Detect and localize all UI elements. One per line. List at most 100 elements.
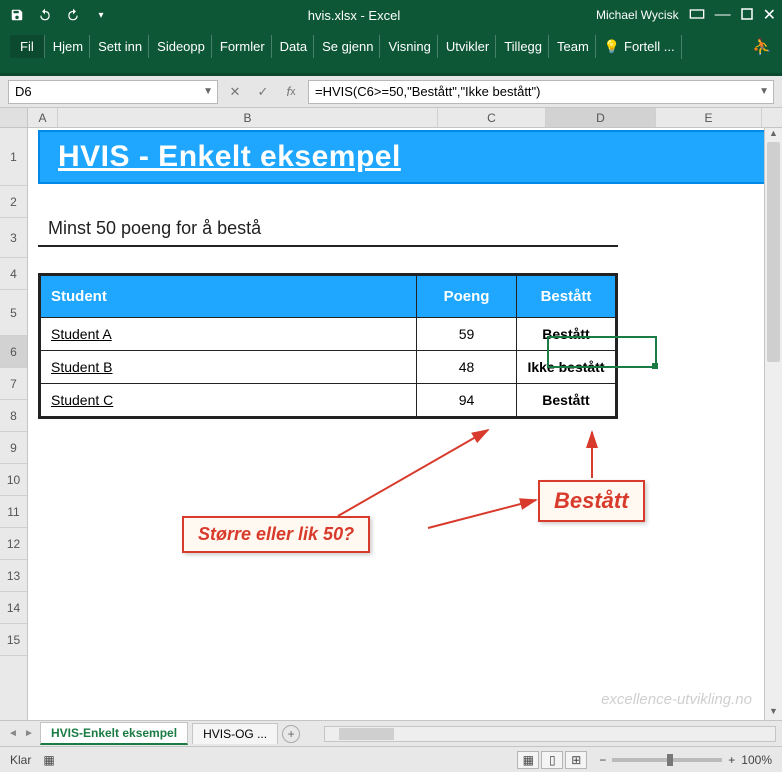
row-header[interactable]: 3	[0, 218, 27, 258]
table-row: Student B 48 Ikke bestått	[40, 351, 617, 384]
nav-next-icon[interactable]: ►	[22, 728, 36, 739]
maximize-icon[interactable]	[741, 8, 753, 23]
cancel-formula-icon[interactable]: ✕	[224, 82, 246, 102]
tab-developer[interactable]: Utvikler	[440, 35, 496, 58]
row-header[interactable]: 7	[0, 368, 27, 400]
row-header[interactable]: 9	[0, 432, 27, 464]
name-box-value: D6	[15, 84, 32, 99]
vertical-scrollbar[interactable]: ▲ ▼	[764, 128, 782, 720]
row-header[interactable]: 15	[0, 624, 27, 656]
row-header[interactable]: 14	[0, 592, 27, 624]
zoom-slider[interactable]	[612, 758, 722, 762]
row-header[interactable]: 4	[0, 258, 27, 290]
scrollbar-thumb[interactable]	[767, 142, 780, 362]
col-header-C[interactable]: C	[438, 108, 546, 127]
macro-record-icon[interactable]: ▦	[43, 753, 54, 767]
formula-bar: D6 ▼ ✕ ✓ fx =HVIS(C6>=50,"Bestått","Ikke…	[0, 76, 782, 108]
chevron-down-icon[interactable]: ▼	[759, 86, 769, 97]
ribbon-options-icon[interactable]	[689, 8, 705, 23]
nav-prev-icon[interactable]: ◄	[6, 728, 20, 739]
cell-student[interactable]: Student C	[40, 384, 417, 418]
add-sheet-button[interactable]: +	[282, 725, 300, 743]
view-pagelayout-icon[interactable]: ▯	[541, 751, 563, 769]
col-header-D[interactable]: D	[546, 108, 656, 127]
row-header[interactable]: 1	[0, 128, 27, 186]
window-title: hvis.xlsx - Excel	[112, 8, 596, 23]
tab-pagelayout[interactable]: Sideopp	[151, 35, 212, 58]
minimize-icon[interactable]: —	[715, 6, 731, 24]
close-icon[interactable]: ✕	[763, 5, 776, 25]
save-icon[interactable]	[6, 4, 28, 26]
annotation-question: Større eller lik 50?	[182, 516, 370, 553]
chevron-down-icon[interactable]: ▼	[203, 86, 213, 97]
user-name[interactable]: Michael Wycisk	[596, 8, 679, 22]
view-normal-icon[interactable]: ▦	[517, 751, 539, 769]
qat-dropdown-icon[interactable]: ▾	[90, 4, 112, 26]
tell-me-label: Fortell ...	[624, 39, 675, 54]
scroll-down-icon[interactable]: ▼	[765, 706, 782, 720]
tab-formulas[interactable]: Formler	[214, 35, 272, 58]
tab-data[interactable]: Data	[274, 35, 314, 58]
row-header[interactable]: 5	[0, 290, 27, 336]
tab-team[interactable]: Team	[551, 35, 596, 58]
tab-insert[interactable]: Sett inn	[92, 35, 149, 58]
table-header-row: Student Poeng Bestått	[40, 275, 617, 318]
cell-student[interactable]: Student B	[40, 351, 417, 384]
col-header-A[interactable]: A	[28, 108, 58, 127]
status-ready: Klar	[10, 753, 31, 767]
cell-poeng[interactable]: 94	[417, 384, 517, 418]
col-header-E[interactable]: E	[656, 108, 762, 127]
row-header[interactable]: 11	[0, 496, 27, 528]
th-poeng: Poeng	[417, 275, 517, 318]
scroll-up-icon[interactable]: ▲	[765, 128, 782, 142]
tab-view[interactable]: Visning	[382, 35, 437, 58]
titlebar: ▾ hvis.xlsx - Excel Michael Wycisk — ✕	[0, 0, 782, 30]
tab-home[interactable]: Hjem	[47, 35, 90, 58]
tab-review[interactable]: Se gjenn	[316, 35, 380, 58]
scrollbar-thumb[interactable]	[339, 728, 394, 740]
zoom-out-button[interactable]: −	[599, 753, 606, 767]
watermark: excellence-utvikling.no	[601, 691, 752, 708]
th-student: Student	[40, 275, 417, 318]
col-header-B[interactable]: B	[58, 108, 438, 127]
cell-student[interactable]: Student A	[40, 318, 417, 351]
sheet-tab[interactable]: HVIS-OG ...	[192, 723, 278, 744]
cell-result[interactable]: Bestått	[517, 318, 617, 351]
table-row: Student A 59 Bestått	[40, 318, 617, 351]
data-table: Student Poeng Bestått Student A 59 Bestå…	[38, 273, 618, 419]
row-header[interactable]: 10	[0, 464, 27, 496]
fx-icon[interactable]: fx	[280, 82, 302, 102]
zoom-handle[interactable]	[667, 754, 673, 766]
row-header[interactable]: 12	[0, 528, 27, 560]
row-header[interactable]: 2	[0, 186, 27, 218]
annotation-result: Bestått	[538, 480, 645, 522]
redo-icon[interactable]	[62, 4, 84, 26]
tab-addins[interactable]: Tillegg	[498, 35, 549, 58]
row-headers: 1 2 3 4 5 6 7 8 9 10 11 12 13 14 15	[0, 128, 28, 720]
name-box[interactable]: D6 ▼	[8, 80, 218, 104]
cell-result[interactable]: Ikke bestått	[517, 351, 617, 384]
share-icon[interactable]: ⛹	[752, 37, 772, 57]
sheet-tabs: ◄ ► HVIS-Enkelt eksempel HVIS-OG ... +	[0, 720, 782, 746]
row-header[interactable]: 8	[0, 400, 27, 432]
formula-input[interactable]: =HVIS(C6>=50,"Bestått","Ikke bestått") ▼	[308, 80, 774, 104]
row-header[interactable]: 6	[0, 336, 27, 368]
zoom-value[interactable]: 100%	[741, 753, 772, 767]
sheet-nav[interactable]: ◄ ►	[6, 728, 36, 739]
accept-formula-icon[interactable]: ✓	[252, 82, 274, 102]
cell-poeng[interactable]: 48	[417, 351, 517, 384]
subtitle: Minst 50 poeng for å bestå	[38, 218, 618, 247]
tell-me[interactable]: 💡 Fortell ...	[598, 35, 682, 59]
cell-result[interactable]: Bestått	[517, 384, 617, 418]
select-all-corner[interactable]	[0, 108, 28, 127]
row-header[interactable]: 13	[0, 560, 27, 592]
sheet-tab-active[interactable]: HVIS-Enkelt eksempel	[40, 722, 188, 745]
cells-area[interactable]: HVIS - Enkelt eksempel Minst 50 poeng fo…	[28, 128, 782, 720]
horizontal-scrollbar[interactable]	[324, 726, 776, 742]
tab-file[interactable]: Fil	[10, 35, 45, 58]
undo-icon[interactable]	[34, 4, 56, 26]
zoom-in-button[interactable]: +	[728, 753, 735, 767]
view-pagebreak-icon[interactable]: ⊞	[565, 751, 587, 769]
cell-poeng[interactable]: 59	[417, 318, 517, 351]
status-bar: Klar ▦ ▦ ▯ ⊞ − + 100%	[0, 746, 782, 772]
